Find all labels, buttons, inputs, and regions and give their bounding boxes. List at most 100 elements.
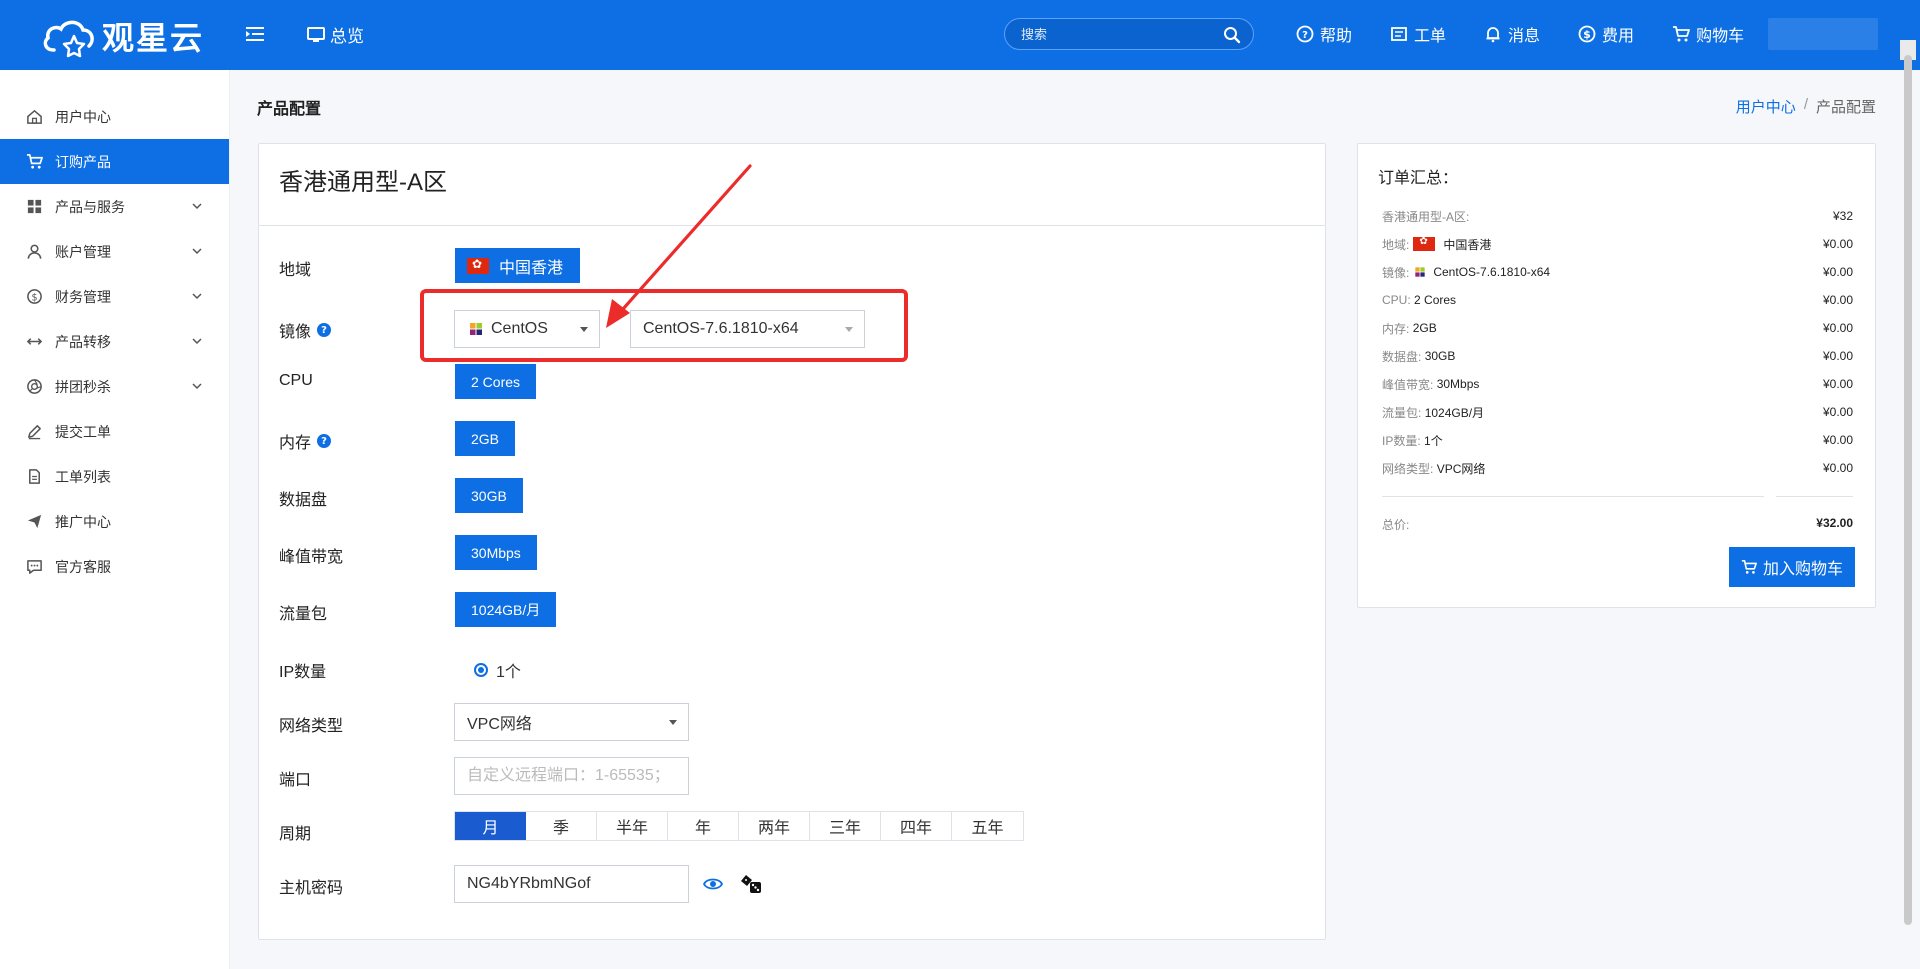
sidebar-item-group-buy[interactable]: 拼团秒杀 [0,364,229,409]
ip-count-value: 1个 [496,664,521,681]
bandwidth-label: 峰值带宽 [279,543,343,567]
summary-row-ip-count: IP数量: 1个 ¥0.00 [1382,430,1853,450]
ticket-link[interactable]: 工单 [1390,22,1446,46]
summary-divider [1776,496,1853,497]
breadcrumb-home-link[interactable]: 用户中心 [1736,96,1796,117]
password-input[interactable] [454,865,689,903]
caret-down-icon [669,720,677,725]
period-option-four-years[interactable]: 四年 [881,812,952,840]
cpu-label: CPU [279,372,313,390]
memory-label: 内存? [279,429,332,453]
memory-option[interactable]: 2GB [455,421,516,456]
summary-row-label: 镜像: [1382,265,1410,280]
ticket-label: 工单 [1414,28,1447,45]
summary-row-value: 30Mbps [1436,377,1480,391]
cart-link[interactable]: 购物车 [1672,22,1744,46]
sidebar-item-customer-service[interactable]: 官方客服 [0,544,229,589]
os-version-select[interactable]: CentOS-7.6.1810-x64 [630,310,865,348]
send-icon [27,514,42,529]
sidebar-item-label: 提交工单 [55,423,111,440]
help-question-icon[interactable]: ? [317,434,332,448]
period-option-year[interactable]: 年 [668,812,739,840]
sidebar-item-label: 用户中心 [55,108,111,125]
summary-row-price: ¥0.00 [1822,237,1853,251]
network-select-value: VPC网络 [467,716,532,733]
cpu-label-text: CPU [279,372,313,389]
chevron-down-icon [192,203,202,210]
help-link[interactable]: ? 帮助 [1296,22,1352,46]
summary-row-value: 2 Cores [1414,293,1457,307]
user-avatar[interactable] [1768,18,1878,50]
logo[interactable]: 观星云 [40,14,204,58]
dice-icon[interactable] [739,873,763,895]
network-select[interactable]: VPC网络 [454,703,689,741]
region-option-hongkong[interactable]: 中国香港 [455,248,581,283]
overview-link[interactable]: 总览 [306,22,364,47]
chat-icon [27,560,42,574]
period-option-two-years[interactable]: 两年 [739,812,810,840]
search-input[interactable] [1005,26,1205,42]
sidebar-item-ticket-list[interactable]: 工单列表 [0,454,229,499]
port-input[interactable] [454,757,689,795]
sidebar-item-submit-ticket[interactable]: 提交工单 [0,409,229,454]
summary-row-label: CPU: [1382,293,1411,307]
summary-row-label: 峰值带宽: [1382,377,1434,392]
sidebar-item-user-center[interactable]: 用户中心 [0,94,229,139]
product-name: 香港通用型-A区 [259,144,1325,226]
caret-down-icon [580,327,588,332]
search-icon[interactable] [1223,26,1241,44]
help-question-icon[interactable]: ? [317,323,332,337]
summary-row-image: 镜像: CentOS-7.6.1810-x64 ¥0.00 [1382,262,1853,282]
sidebar-item-label: 推广中心 [55,513,111,530]
sidebar-item-finance[interactable]: $ 财务管理 [0,274,229,319]
eye-icon[interactable] [703,874,723,894]
ticket-icon [1391,27,1407,41]
summary-row-memory: 内存: 2GB ¥0.00 [1382,318,1853,338]
summary-row-label: 网络类型: [1382,461,1434,476]
summary-row-label: 流量包: [1382,405,1422,420]
grid-icon [27,199,42,214]
summary-row-product: 香港通用型-A区: ¥32 [1382,206,1853,226]
period-option-five-years[interactable]: 五年 [952,812,1023,840]
bandwidth-option[interactable]: 30Mbps [455,535,537,570]
sidebar-item-transfer[interactable]: 产品转移 [0,319,229,364]
top-navbar: 观星云 总览 ? 帮助 工单 消息 [0,0,1920,70]
sidebar-item-promotion[interactable]: 推广中心 [0,499,229,544]
period-option-month[interactable]: 月 [455,812,526,840]
period-option-half-year[interactable]: 半年 [597,812,668,840]
message-link[interactable]: 消息 [1484,22,1540,46]
period-label-text: 周期 [279,826,312,843]
os-select[interactable]: CentOS [454,310,600,348]
sidebar-item-label: 财务管理 [55,288,111,305]
sidebar-item-order-product[interactable]: 订购产品 [0,139,229,184]
image-label-text: 镜像 [279,324,312,341]
disk-option[interactable]: 30GB [455,478,523,513]
cpu-option[interactable]: 2 Cores [455,364,537,399]
period-selector: 月 季 半年 年 两年 三年 四年 五年 [454,811,1024,841]
sidebar-item-account[interactable]: 账户管理 [0,229,229,274]
scrollbar-thumb[interactable] [1904,55,1912,925]
traffic-option[interactable]: 1024GB/月 [455,592,557,627]
summary-row-bandwidth: 峰值带宽: 30Mbps ¥0.00 [1382,374,1853,394]
summary-row-value: 中国香港 [1443,237,1492,252]
help-circle-icon: ? [1296,25,1314,43]
page-title: 产品配置 [257,101,322,118]
period-option-quarter[interactable]: 季 [526,812,597,840]
sidebar-item-label: 订购产品 [55,153,111,170]
summary-row-label: 数据盘: [1382,349,1422,364]
sidebar-item-label: 账户管理 [55,243,111,260]
svg-text:?: ? [1302,30,1308,41]
billing-link[interactable]: $ 费用 [1578,22,1634,46]
summary-row-value: 1024GB/月 [1424,405,1485,420]
logo-text: 观星云 [102,19,205,57]
user-icon [27,244,42,259]
period-option-three-years[interactable]: 三年 [810,812,881,840]
sidebar-item-products-services[interactable]: 产品与服务 [0,184,229,229]
os-version-select-value: CentOS-7.6.1810-x64 [643,320,799,337]
menu-fold-icon[interactable] [243,22,267,46]
search-box [1004,18,1254,50]
breadcrumb: 用户中心 / 产品配置 [1736,96,1876,117]
add-to-cart-button[interactable]: 加入购物车 [1729,547,1855,587]
ip-count-radio[interactable]: 1个 [474,658,521,682]
cloud-star-icon [43,20,94,58]
